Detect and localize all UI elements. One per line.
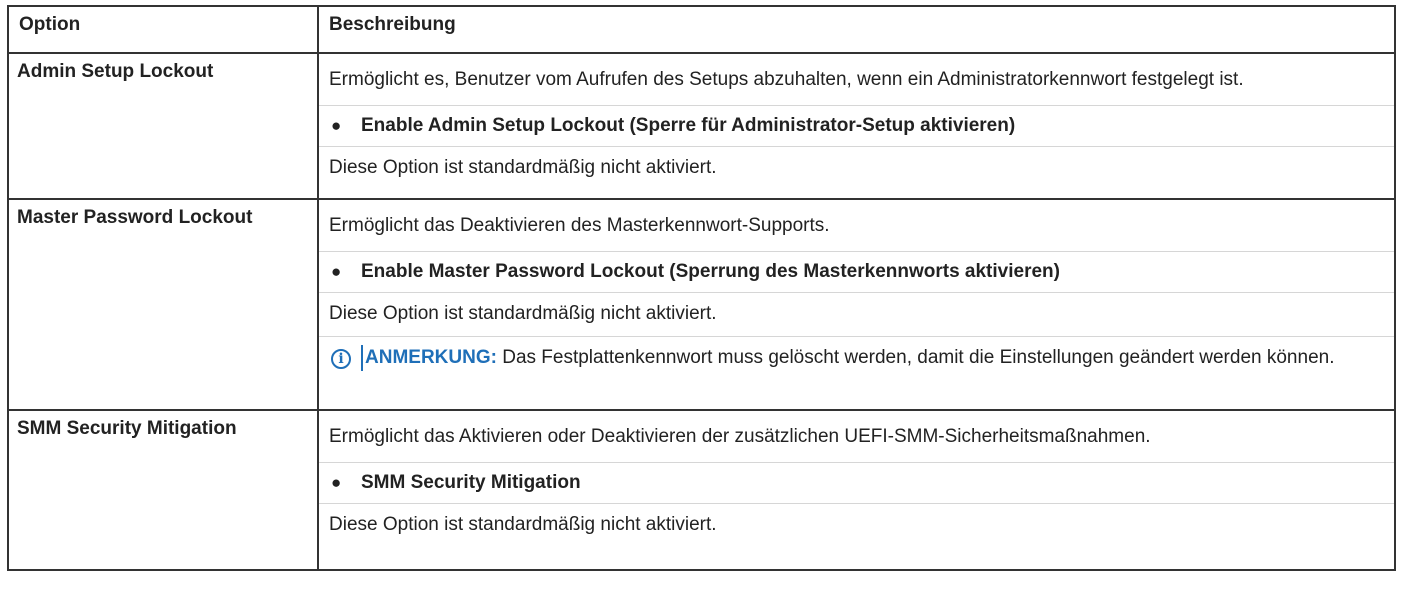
note-label: ANMERKUNG: [365,347,497,368]
bullet-label: Enable Admin Setup Lockout (Sperre für A… [361,115,1016,136]
bullet-item: ● SMM Security Mitigation [319,463,1394,504]
bullet-label: SMM Security Mitigation [361,472,581,493]
info-circle-icon: i [331,349,351,369]
note-body: ANMERKUNG: Das Festplattenkennwort muss … [361,345,1384,371]
option-description-cell: Ermöglicht das Aktivieren oder Deaktivie… [317,409,1396,571]
options-table: Option Beschreibung Admin Setup Lockout … [7,5,1396,571]
option-description-cell: Ermöglicht das Deaktivieren des Masterke… [317,198,1396,411]
default-state-text: Diese Option ist standardmäßig nicht akt… [319,293,1394,337]
note-block: i ANMERKUNG: Das Festplattenkennwort mus… [319,337,1394,381]
default-state-text: Diese Option ist standardmäßig nicht akt… [329,157,717,178]
option-description-cell: Ermöglicht es, Benutzer vom Aufrufen des… [317,52,1396,200]
table-row: Master Password Lockout Ermöglicht das D… [7,198,1396,411]
option-name: Master Password Lockout [7,198,319,411]
header-description: Beschreibung [317,5,1396,54]
header-option: Option [7,5,319,54]
table-row: Admin Setup Lockout Ermöglicht es, Benut… [7,52,1396,200]
bullet-icon: ● [331,262,342,281]
table-header-row: Option Beschreibung [7,5,1396,54]
description-text: Ermöglicht es, Benutzer vom Aufrufen des… [319,54,1394,106]
bullet-item: ● Enable Master Password Lockout (Sperrun… [319,252,1394,293]
bullet-icon: ● [331,116,342,135]
option-name: SMM Security Mitigation [7,409,319,571]
default-state-text: Diese Option ist standardmäßig nicht akt… [329,514,717,535]
table-row: SMM Security Mitigation Ermöglicht das A… [7,409,1396,571]
description-text: Ermöglicht das Aktivieren oder Deaktivie… [319,411,1394,463]
description-text: Ermöglicht das Deaktivieren des Masterke… [319,200,1394,252]
note-text: Das Festplattenkennwort muss gelöscht we… [496,347,1335,368]
bullet-icon: ● [331,473,342,492]
option-name: Admin Setup Lockout [7,52,319,200]
bullet-label: Enable Master Password Lockout (Sperrung… [361,261,1060,282]
bullet-item: ● Enable Admin Setup Lockout (Sperre für … [319,106,1394,147]
